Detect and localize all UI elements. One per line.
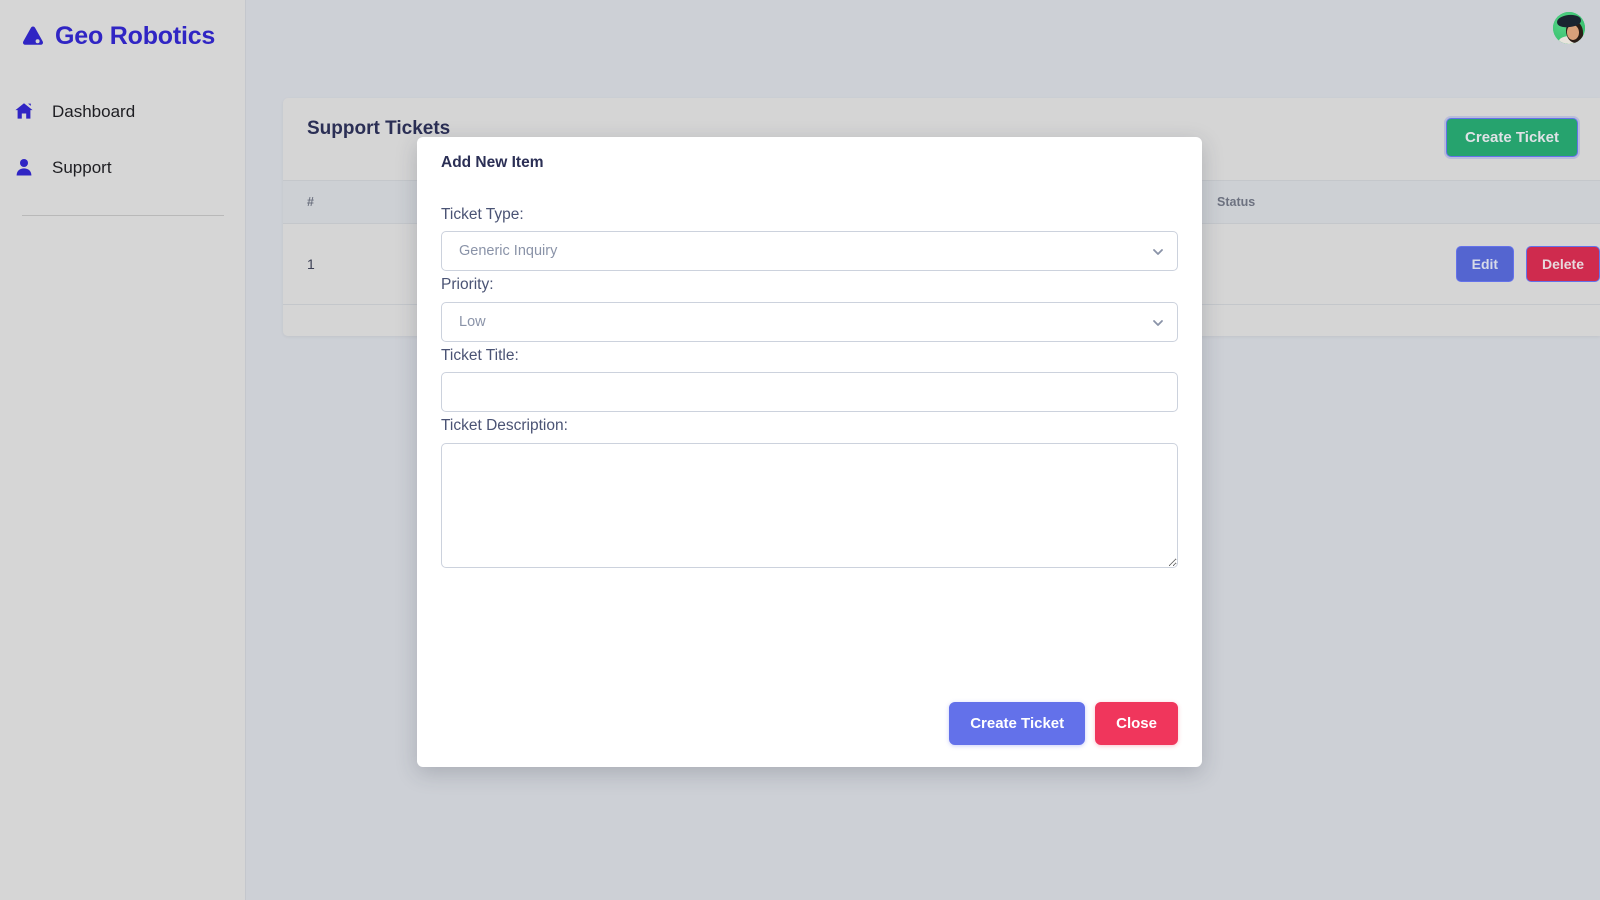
field-ticket-title: Ticket Title:: [441, 346, 1178, 412]
field-ticket-type: Ticket Type: Generic Inquiry: [441, 205, 1178, 271]
ticket-type-select[interactable]: Generic Inquiry: [441, 231, 1178, 271]
field-priority: Priority: Low: [441, 277, 1178, 342]
sidebar-divider: [22, 215, 224, 216]
topbar: [245, 0, 1600, 64]
create-ticket-button[interactable]: Create Ticket: [1446, 118, 1578, 157]
sidebar: Geo Robotics Dashboard Support: [0, 0, 245, 900]
triangle-marker-icon: [18, 21, 48, 51]
cell-number: 1: [283, 223, 413, 305]
priority-select[interactable]: Low: [441, 301, 1178, 342]
ticket-type-label: Ticket Type:: [441, 205, 524, 223]
cell-status: [1193, 223, 1413, 305]
avatar-face: [1567, 25, 1579, 40]
column-header-actions: [1413, 180, 1600, 224]
sidebar-item-label: Dashboard: [52, 101, 136, 121]
priority-select-wrap: Low: [441, 301, 1178, 342]
sidebar-item-label: Support: [52, 157, 112, 177]
edit-button[interactable]: Edit: [1455, 246, 1515, 282]
column-header-number[interactable]: #: [283, 180, 413, 224]
sidebar-item-dashboard[interactable]: Dashboard: [0, 90, 245, 132]
field-ticket-description: Ticket Description:: [441, 418, 1178, 568]
avatar[interactable]: [1553, 12, 1585, 44]
brand-name: Geo Robotics: [55, 21, 216, 50]
cell-actions: Edit Delete: [1413, 223, 1600, 305]
page-title: Support Tickets: [307, 118, 451, 139]
ticket-title-label: Ticket Title:: [441, 346, 519, 364]
ticket-description-textarea[interactable]: [441, 442, 1178, 568]
home-icon: [14, 101, 34, 121]
sidebar-nav: Dashboard Support: [0, 90, 245, 188]
column-header-status[interactable]: Status: [1193, 180, 1413, 224]
ticket-title-input[interactable]: [441, 372, 1178, 412]
app-root: Geo Robotics Dashboard Support Support T…: [0, 0, 1600, 900]
modal-close-button[interactable]: Close: [1095, 702, 1178, 745]
modal-create-ticket-button[interactable]: Create Ticket: [949, 702, 1086, 745]
priority-label: Priority:: [441, 276, 494, 293]
brand-logo[interactable]: Geo Robotics: [0, 0, 245, 56]
modal-footer: Create Ticket Close: [949, 702, 1178, 745]
add-new-item-modal: Add New Item Ticket Type: Generic Inquir…: [417, 137, 1202, 767]
ticket-type-select-wrap: Generic Inquiry: [441, 231, 1178, 271]
delete-button[interactable]: Delete: [1525, 246, 1600, 282]
ticket-description-label: Ticket Description:: [441, 417, 568, 434]
modal-title: Add New Item: [441, 154, 544, 171]
user-icon: [14, 157, 34, 177]
sidebar-item-support[interactable]: Support: [0, 146, 245, 188]
modal-body: Ticket Type: Generic Inquiry Priority: L…: [417, 171, 1202, 568]
